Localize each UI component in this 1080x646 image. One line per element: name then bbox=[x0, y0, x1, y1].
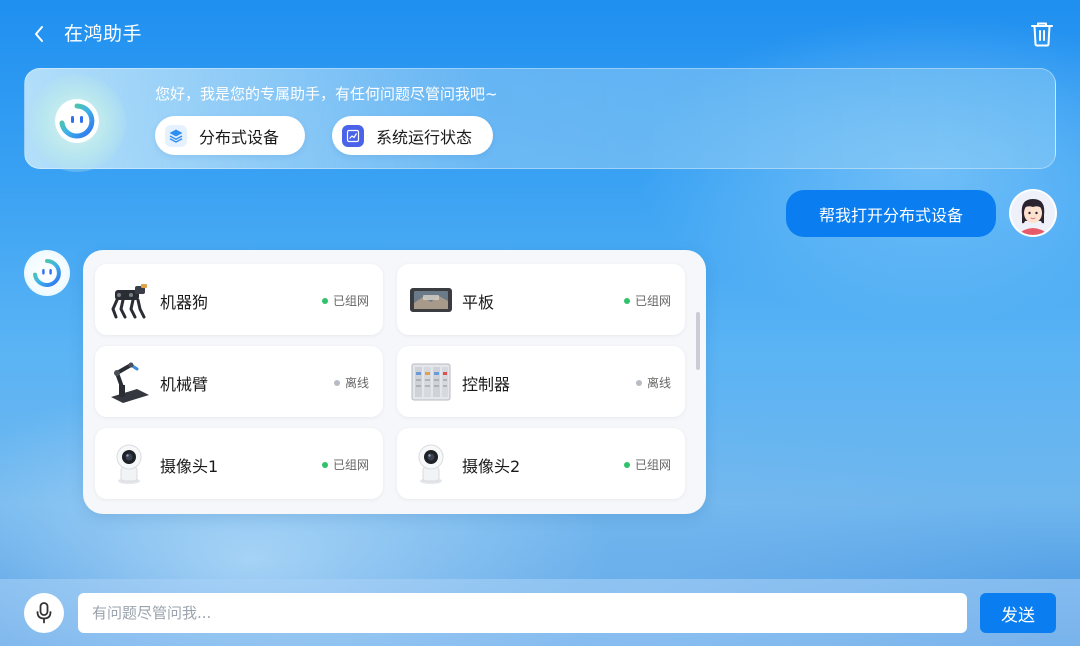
status-label: 已组网 bbox=[332, 294, 369, 308]
device-name: 机器狗 bbox=[160, 293, 209, 312]
status-dot bbox=[321, 461, 328, 468]
clear-chat-button[interactable] bbox=[1026, 18, 1058, 50]
status-dot bbox=[623, 461, 630, 468]
device-name: 摄像头2 bbox=[462, 457, 521, 476]
controller-icon bbox=[409, 360, 453, 404]
chart-icon bbox=[342, 124, 364, 147]
page-title: 在鸿助手 bbox=[64, 23, 143, 45]
device-status: 离线 bbox=[635, 374, 671, 391]
device-list-panel: 机器狗 已组网 平板 已组网 机械臂 离线 控制器 离线 摄像头1 已组网 摄像… bbox=[83, 250, 706, 514]
assistant-avatar bbox=[52, 96, 102, 146]
assistant-face-icon bbox=[55, 99, 99, 143]
status-dot bbox=[333, 379, 340, 386]
device-list-scrollbar[interactable] bbox=[696, 312, 700, 370]
status-label: 已组网 bbox=[634, 458, 671, 472]
status-dot bbox=[321, 297, 328, 304]
status-label: 离线 bbox=[646, 376, 671, 390]
device-status: 已组网 bbox=[623, 456, 671, 473]
device-name: 平板 bbox=[462, 293, 495, 312]
tablet-icon bbox=[409, 278, 453, 322]
greeting-text: 您好，我是您的专属助手，有任何问题尽管问我吧~ bbox=[155, 85, 498, 103]
device-name: 控制器 bbox=[462, 375, 511, 394]
status-dot bbox=[635, 379, 642, 386]
status-label: 离线 bbox=[344, 376, 369, 390]
quick-action-system-status[interactable]: 系统运行状态 bbox=[332, 116, 493, 155]
device-name: 摄像头1 bbox=[160, 457, 219, 476]
user-avatar bbox=[1009, 189, 1057, 237]
status-label: 已组网 bbox=[332, 458, 369, 472]
device-card-tablet[interactable]: 平板 已组网 bbox=[397, 264, 685, 335]
device-card-robot-dog[interactable]: 机器狗 已组网 bbox=[95, 264, 383, 335]
chip-label: 分布式设备 bbox=[199, 127, 280, 147]
back-button[interactable] bbox=[26, 20, 52, 48]
send-button[interactable]: 发送 bbox=[980, 593, 1056, 633]
device-status: 已组网 bbox=[321, 292, 369, 309]
device-status: 已组网 bbox=[623, 292, 671, 309]
camera-icon bbox=[409, 442, 453, 486]
camera-icon bbox=[107, 442, 151, 486]
device-name: 机械臂 bbox=[160, 375, 209, 394]
chip-label: 系统运行状态 bbox=[376, 127, 473, 147]
device-card-controller[interactable]: 控制器 离线 bbox=[397, 346, 685, 417]
device-card-camera-2[interactable]: 摄像头2 已组网 bbox=[397, 428, 685, 499]
robotic-arm-icon bbox=[107, 360, 151, 404]
device-status: 离线 bbox=[333, 374, 369, 391]
chevron-left-icon bbox=[35, 26, 43, 42]
chat-input[interactable] bbox=[78, 593, 967, 633]
trash-icon bbox=[1031, 22, 1053, 47]
microphone-icon bbox=[36, 602, 52, 624]
assistant-avatar-small bbox=[24, 250, 70, 296]
quick-action-distributed-devices[interactable]: 分布式设备 bbox=[155, 116, 305, 155]
device-status: 已组网 bbox=[321, 456, 369, 473]
user-message-bubble: 帮我打开分布式设备 bbox=[786, 190, 996, 237]
status-dot bbox=[623, 297, 630, 304]
assistant-face-icon bbox=[33, 259, 61, 287]
voice-input-button[interactable] bbox=[24, 593, 64, 633]
header: 在鸿助手 bbox=[0, 0, 1080, 68]
user-avatar-icon bbox=[1011, 191, 1055, 235]
device-card-camera-1[interactable]: 摄像头1 已组网 bbox=[95, 428, 383, 499]
status-label: 已组网 bbox=[634, 294, 671, 308]
device-card-robotic-arm[interactable]: 机械臂 离线 bbox=[95, 346, 383, 417]
robot-dog-icon bbox=[107, 278, 151, 322]
layers-icon bbox=[165, 124, 187, 147]
